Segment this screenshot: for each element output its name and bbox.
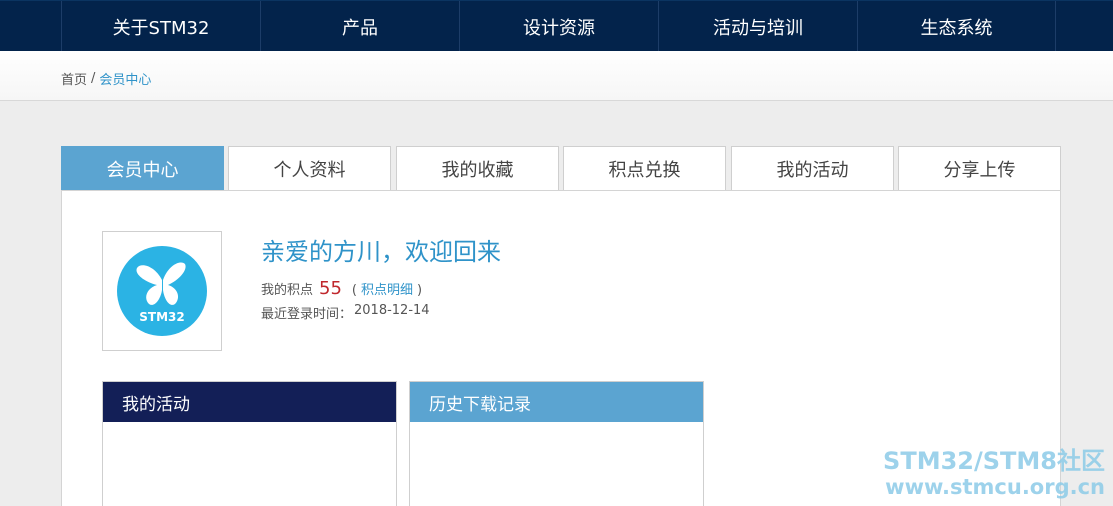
points-label: 我的积点 — [261, 283, 314, 298]
tab-profile[interactable]: 个人资料 — [228, 146, 391, 191]
watermark-line2: www.stmcu.org.cn — [885, 475, 1105, 499]
last-login: 最近登录时间： 2018-12-14 — [261, 303, 430, 322]
points-line: 我的积点 55 ( 积点明细) — [261, 278, 422, 299]
breadcrumb-home-link[interactable]: 首页 — [61, 69, 87, 88]
breadcrumb-current[interactable]: 会员中心 — [99, 69, 151, 88]
my-activities-card-title: 我的活动 — [103, 382, 396, 422]
nav-about-stm32[interactable]: 关于STM32 — [61, 1, 260, 52]
download-history-card-title: 历史下载记录 — [410, 382, 703, 422]
breadcrumb-separator: / — [91, 71, 96, 86]
nav-products[interactable]: 产品 — [260, 1, 459, 52]
last-login-label: 最近登录时间： — [261, 307, 353, 322]
butterfly-icon — [136, 262, 186, 305]
avatar: STM32 — [102, 231, 222, 351]
tab-favorites[interactable]: 我的收藏 — [396, 146, 559, 191]
watermark-line1: STM32/STM8社区 — [883, 447, 1105, 475]
tab-share-upload[interactable]: 分享上传 — [898, 146, 1061, 191]
tab-member-center[interactable]: 会员中心 — [61, 146, 224, 191]
top-nav: 关于STM32 产品 设计资源 活动与培训 生态系统 — [0, 0, 1113, 52]
nav-ecosystem[interactable]: 生态系统 — [857, 1, 1056, 52]
points-value: 55 — [319, 278, 342, 299]
nav-design-resources[interactable]: 设计资源 — [459, 1, 658, 52]
download-history-card: 历史下载记录 — [409, 381, 704, 506]
nav-events-training[interactable]: 活动与培训 — [658, 1, 857, 52]
tab-my-activities[interactable]: 我的活动 — [731, 146, 894, 191]
welcome-message: 亲爱的方川，欢迎回来 — [261, 238, 501, 266]
my-activities-card: 我的活动 — [102, 381, 397, 506]
breadcrumb-bar: 首页 / 会员中心 — [0, 51, 1113, 101]
points-link-close: ) — [417, 283, 423, 298]
watermark: STM32/STM8社区 www.stmcu.org.cn — [880, 447, 1105, 499]
avatar-text: STM32 — [139, 310, 185, 324]
tab-points-exchange[interactable]: 积点兑换 — [563, 146, 726, 191]
breadcrumb: 首页 / 会员中心 — [61, 69, 151, 88]
points-detail-link[interactable]: 积点明细 — [361, 279, 413, 298]
points-link-open: ( — [351, 283, 357, 298]
last-login-date: 2018-12-14 — [354, 303, 430, 318]
stm32-logo: STM32 — [117, 246, 207, 336]
